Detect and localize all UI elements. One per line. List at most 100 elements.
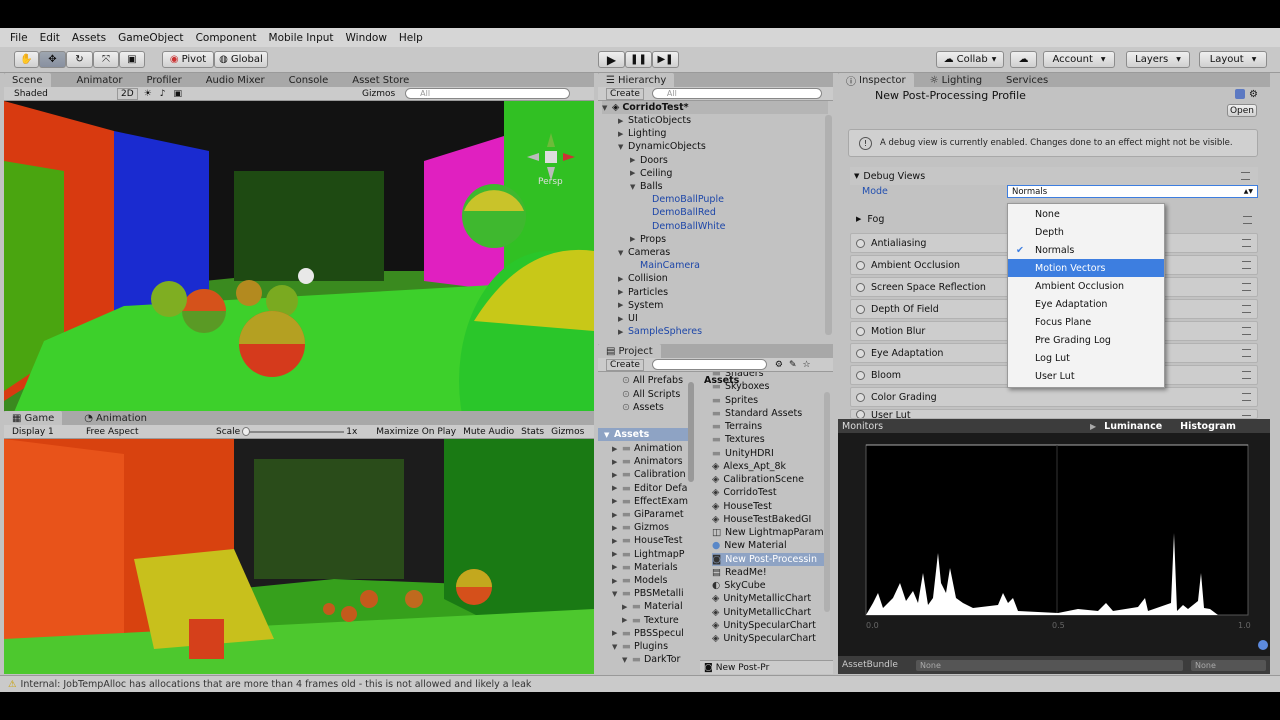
project-asset[interactable]: ◈ Alexs_Apt_8k — [712, 460, 824, 473]
game-viewport[interactable] — [4, 439, 594, 674]
step-button[interactable]: ▶❚ — [652, 51, 679, 68]
foldout-arrow-icon[interactable]: ▶ — [612, 563, 622, 571]
hierarchy-item[interactable]: ▶ Collision — [618, 272, 668, 285]
effect-toggle[interactable] — [856, 410, 865, 418]
hierarchy-item[interactable]: ▶ System — [618, 299, 663, 312]
project-folder[interactable]: ▶ ▬ Calibration — [612, 468, 686, 481]
foldout-collapsed-icon[interactable]: ▶ — [618, 301, 628, 309]
component-menu-icon[interactable] — [1242, 261, 1251, 269]
project-folder[interactable]: ▶ ▬ PBSSpecul — [612, 627, 684, 640]
tab-inspector[interactable]: ⓘ Inspector — [838, 73, 914, 88]
project-asset[interactable]: ▬ Sprites — [712, 394, 824, 407]
project-folder[interactable]: ▶ ▬ Gizmos — [612, 521, 669, 534]
scale-tool-button[interactable]: ⤧ — [93, 51, 119, 68]
foldout-collapsed-icon[interactable]: ▶ — [618, 117, 628, 125]
hierarchy-item[interactable]: ▶ Props — [630, 233, 666, 246]
hierarchy-item[interactable]: ▶ Doors — [630, 154, 668, 167]
rotate-tool-button[interactable]: ↻ — [66, 51, 93, 68]
hierarchy-item[interactable]: ▼ Cameras — [618, 246, 670, 259]
project-asset[interactable]: ◙ New Post-Processin — [712, 552, 824, 566]
tab-scene[interactable]: Scene — [4, 73, 51, 87]
foldout-collapsed-icon[interactable]: ▶ — [630, 156, 640, 164]
project-folder[interactable]: ▶ ▬ Texture — [622, 614, 679, 627]
asset-list-scrollbar[interactable] — [824, 392, 830, 612]
favorite-item[interactable]: ⊙ Assets — [622, 401, 664, 414]
lighting-toggle-icon[interactable]: ☀ — [144, 89, 152, 99]
mode-option[interactable]: Focus Plane — [1008, 313, 1164, 331]
hierarchy-item[interactable]: ▶ StaticObjects — [618, 114, 691, 127]
tab-audio-mixer[interactable]: Audio Mixer — [198, 73, 273, 87]
hierarchy-item[interactable]: ▼ DynamicObjects — [618, 140, 706, 153]
mode-2d-toggle[interactable]: 2D — [117, 87, 138, 100]
filter-type-icon[interactable]: ⚙ — [775, 360, 783, 370]
maximize-on-play-toggle[interactable]: Maximize On Play — [376, 427, 456, 437]
effect-toggle[interactable] — [856, 370, 865, 380]
foldout-arrow-icon[interactable]: ▶ — [612, 511, 622, 519]
project-asset[interactable]: ▬ Textures — [712, 433, 824, 446]
menu-edit[interactable]: Edit — [34, 32, 66, 44]
hand-tool-button[interactable]: ✋ — [14, 51, 39, 68]
foldout-arrow-icon[interactable]: ▶ — [612, 577, 622, 585]
rect-tool-button[interactable]: ▣ — [119, 51, 145, 68]
favorite-item[interactable]: ⊙ All Prefabs — [622, 374, 683, 387]
foldout-collapsed-icon[interactable]: ▶ — [618, 130, 628, 138]
scale-slider[interactable] — [242, 426, 345, 436]
collab-dropdown[interactable]: ☁ Collab ▼ — [936, 51, 1004, 68]
foldout-arrow-icon[interactable]: ▶ — [612, 471, 622, 479]
effect-row[interactable]: User Lut — [850, 409, 1258, 419]
mode-option[interactable]: ✔ Normals — [1008, 241, 1164, 259]
project-asset[interactable]: ▤ ReadMe! — [712, 566, 824, 579]
layout-dropdown[interactable]: Layout ▼ — [1199, 51, 1267, 68]
menu-window[interactable]: Window — [340, 32, 393, 44]
foldout-arrow-icon[interactable]: ▶ — [856, 215, 861, 223]
hierarchy-search-input[interactable]: All — [651, 88, 822, 99]
component-menu-icon[interactable] — [1242, 393, 1251, 401]
scene-search-input[interactable]: All — [405, 88, 571, 99]
mode-option[interactable]: User Lut — [1008, 367, 1164, 385]
project-folder[interactable]: ▼ ▬ PBSMetalli — [612, 587, 684, 600]
foldout-arrow-icon[interactable]: ▶ — [612, 537, 622, 545]
hierarchy-item[interactable]: ▶ Ceiling — [630, 167, 672, 180]
mode-option[interactable]: None — [1008, 205, 1164, 223]
project-asset[interactable]: ◈ HouseTest — [712, 500, 824, 513]
project-folder[interactable]: ▼ ▬ Plugins — [612, 640, 668, 653]
mode-dropdown[interactable]: Normals ▲▼ — [1007, 185, 1258, 198]
pause-button[interactable]: ❚❚ — [625, 51, 652, 68]
project-folder[interactable]: ▶ ▬ Material — [622, 600, 683, 613]
play-monitor-icon[interactable]: ▶ — [1090, 422, 1096, 431]
effect-row[interactable]: Color Grading — [850, 387, 1258, 407]
effect-toggle[interactable] — [856, 238, 865, 248]
foldout-arrow-icon[interactable]: ▼ — [612, 590, 622, 598]
aspect-dropdown[interactable]: Free Aspect — [86, 427, 214, 437]
favorite-item[interactable]: ⊙ All Scripts — [622, 388, 680, 401]
effect-toggle[interactable] — [856, 348, 865, 358]
favorite-star-icon[interactable]: ☆ — [803, 360, 811, 370]
tab-profiler[interactable]: Profiler — [138, 73, 189, 87]
effect-toggle[interactable] — [856, 304, 865, 314]
hierarchy-item[interactable]: ▶ Lighting — [618, 127, 666, 140]
display-dropdown[interactable]: Display 1 — [12, 427, 84, 437]
tab-animator[interactable]: Animator — [69, 73, 131, 87]
foldout-arrow-icon[interactable]: ▶ — [612, 550, 622, 558]
layers-dropdown[interactable]: Layers ▼ — [1126, 51, 1190, 68]
project-asset[interactable]: ◈ UnityMetallicChart — [712, 606, 824, 619]
hierarchy-item[interactable]: DemoBallRed — [642, 206, 716, 219]
component-menu-icon[interactable] — [1242, 239, 1251, 247]
foldout-arrow-icon[interactable]: ▶ — [612, 445, 622, 453]
book-help-icon[interactable] — [1235, 89, 1245, 99]
tab-project[interactable]: ▤ Project — [598, 344, 661, 358]
foldout-expanded-icon[interactable]: ▼ — [630, 183, 640, 191]
game-gizmos-dropdown[interactable]: Gizmos — [551, 427, 584, 437]
project-folder[interactable]: ▶ ▬ Models — [612, 574, 667, 587]
component-menu-icon[interactable] — [1243, 216, 1252, 224]
foldout-arrow-icon[interactable]: ▶ — [612, 484, 622, 492]
component-menu-icon[interactable] — [1242, 349, 1251, 357]
tab-asset-store[interactable]: Asset Store — [344, 73, 417, 87]
foldout-arrow-icon[interactable]: ▶ — [612, 629, 622, 637]
hierarchy-item[interactable]: MainCamera — [630, 259, 700, 272]
foldout-collapsed-icon[interactable]: ▶ — [618, 288, 628, 296]
project-folder[interactable]: ▶ ▬ Materials — [612, 561, 678, 574]
foldout-arrow-icon[interactable]: ▼ — [612, 643, 622, 651]
hierarchy-item[interactable]: ▶ SampleSpheres — [618, 325, 702, 338]
project-asset[interactable]: ▬ UnityHDRI — [712, 447, 824, 460]
